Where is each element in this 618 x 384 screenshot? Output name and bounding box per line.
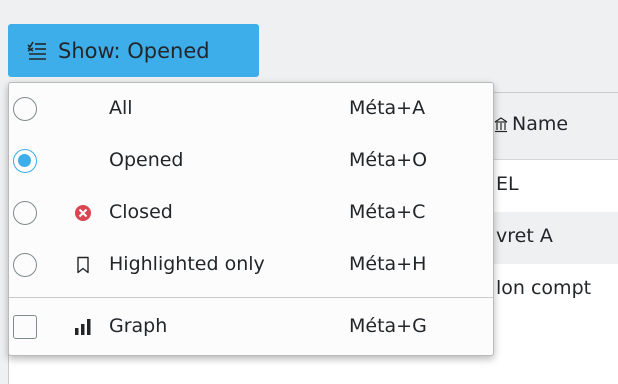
application-window: Show: Opened Name EL vret A lon compt Al…	[0, 0, 618, 384]
table-cell-name: lon compt	[496, 277, 592, 299]
show-filter-menu: All Méta+A Opened Méta+O Closed Méta+C H…	[8, 82, 494, 356]
menu-item-shortcut: Méta+H	[349, 253, 427, 275]
menu-item-graph[interactable]: Graph Méta+G	[9, 303, 493, 355]
table-cell-name: EL	[496, 173, 519, 195]
menu-item-label: All	[109, 97, 133, 119]
column-header-name-label: Name	[512, 113, 569, 135]
show-filter-button[interactable]: Show: Opened	[8, 24, 259, 77]
menu-item-highlighted-only[interactable]: Highlighted only Méta+H	[9, 241, 493, 293]
menu-item-shortcut: Méta+A	[349, 97, 426, 119]
radio-button[interactable]	[13, 97, 37, 121]
checkbox[interactable]	[13, 315, 37, 339]
radio-button[interactable]	[13, 253, 37, 277]
table-cell-name: vret A	[496, 225, 553, 247]
menu-item-label: Closed	[109, 201, 173, 223]
menu-item-label: Opened	[109, 149, 184, 171]
menu-item-shortcut: Méta+G	[349, 315, 427, 337]
radio-button[interactable]	[13, 201, 37, 225]
filter-list-icon	[26, 40, 48, 62]
closed-x-icon	[73, 203, 93, 223]
menu-item-label: Graph	[109, 315, 168, 337]
menu-item-label: Highlighted only	[109, 253, 265, 275]
menu-item-closed[interactable]: Closed Méta+C	[9, 189, 493, 241]
menu-item-shortcut: Méta+C	[349, 201, 426, 223]
menu-item-all[interactable]: All Méta+A	[9, 85, 493, 137]
radio-button-checked[interactable]	[13, 149, 37, 173]
bank-icon	[494, 116, 508, 133]
menu-separator	[9, 297, 493, 298]
menu-item-shortcut: Méta+O	[349, 149, 428, 171]
bar-chart-icon	[73, 317, 93, 337]
menu-item-opened[interactable]: Opened Méta+O	[9, 137, 493, 189]
column-header-name[interactable]: Name	[494, 113, 568, 135]
bookmark-icon	[73, 255, 93, 275]
show-filter-label: Show: Opened	[58, 38, 210, 63]
